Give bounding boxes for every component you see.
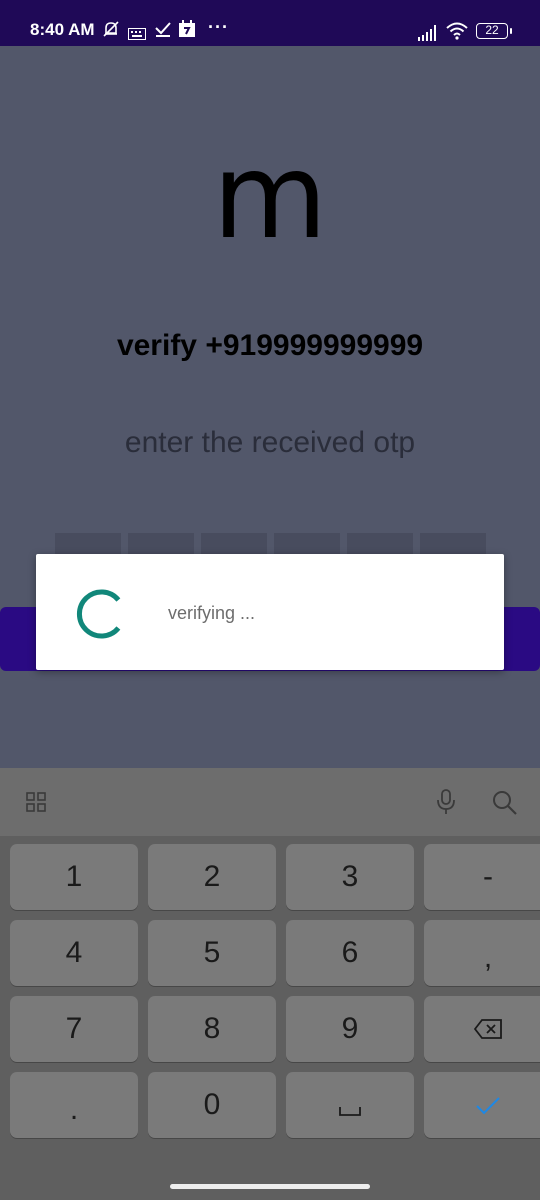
key-minus[interactable]: - bbox=[424, 844, 540, 910]
navigation-bar bbox=[0, 1166, 540, 1200]
mute-icon bbox=[103, 21, 119, 37]
key-3[interactable]: 3 bbox=[286, 844, 414, 910]
key-0[interactable]: 0 bbox=[148, 1072, 276, 1138]
key-9[interactable]: 9 bbox=[286, 996, 414, 1062]
key-8[interactable]: 8 bbox=[148, 996, 276, 1062]
key-backspace[interactable] bbox=[424, 996, 540, 1062]
key-7[interactable]: 7 bbox=[10, 996, 138, 1062]
key-4[interactable]: 4 bbox=[10, 920, 138, 986]
calendar-icon bbox=[179, 20, 195, 37]
signal-icon bbox=[418, 25, 436, 41]
key-2[interactable]: 2 bbox=[148, 844, 276, 910]
status-time: 8:40 AM bbox=[30, 20, 95, 39]
space-icon bbox=[339, 1107, 361, 1116]
wifi-icon bbox=[446, 22, 468, 40]
key-period[interactable]: . bbox=[10, 1072, 138, 1138]
key-comma[interactable]: , bbox=[424, 920, 540, 986]
microphone-icon[interactable] bbox=[436, 789, 456, 815]
app-logo: m bbox=[212, 127, 328, 265]
battery-level: 22 bbox=[485, 23, 499, 37]
backspace-icon bbox=[473, 1019, 502, 1039]
loading-spinner-icon bbox=[76, 589, 121, 639]
status-bar: 8:40 AM ··· 22 bbox=[0, 0, 540, 46]
grid-icon[interactable] bbox=[26, 792, 46, 812]
done-check-icon bbox=[476, 1097, 500, 1115]
key-5[interactable]: 5 bbox=[148, 920, 276, 986]
key-1[interactable]: 1 bbox=[10, 844, 138, 910]
key-done[interactable] bbox=[424, 1072, 540, 1138]
keyboard-keys: 1 2 3 - 4 5 6 , 7 8 9 . 0 bbox=[0, 836, 540, 1166]
dialog-message: verifying ... bbox=[168, 603, 256, 623]
search-icon[interactable] bbox=[492, 790, 518, 816]
key-6[interactable]: 6 bbox=[286, 920, 414, 986]
check-icon bbox=[155, 22, 171, 37]
numeric-keyboard: 1 2 3 - 4 5 6 , 7 8 9 . 0 bbox=[0, 768, 540, 1200]
page-title: verify +919999999999 bbox=[116, 329, 424, 362]
battery-icon: 22 bbox=[476, 23, 512, 39]
otp-prompt: enter the received otp bbox=[124, 426, 416, 459]
keyboard-icon bbox=[128, 28, 146, 40]
home-indicator[interactable] bbox=[170, 1184, 370, 1189]
keyboard-toolbar bbox=[0, 768, 540, 834]
key-space[interactable] bbox=[286, 1072, 414, 1138]
more-icon: ··· bbox=[208, 17, 229, 37]
progress-dialog: verifying ... bbox=[36, 554, 504, 670]
